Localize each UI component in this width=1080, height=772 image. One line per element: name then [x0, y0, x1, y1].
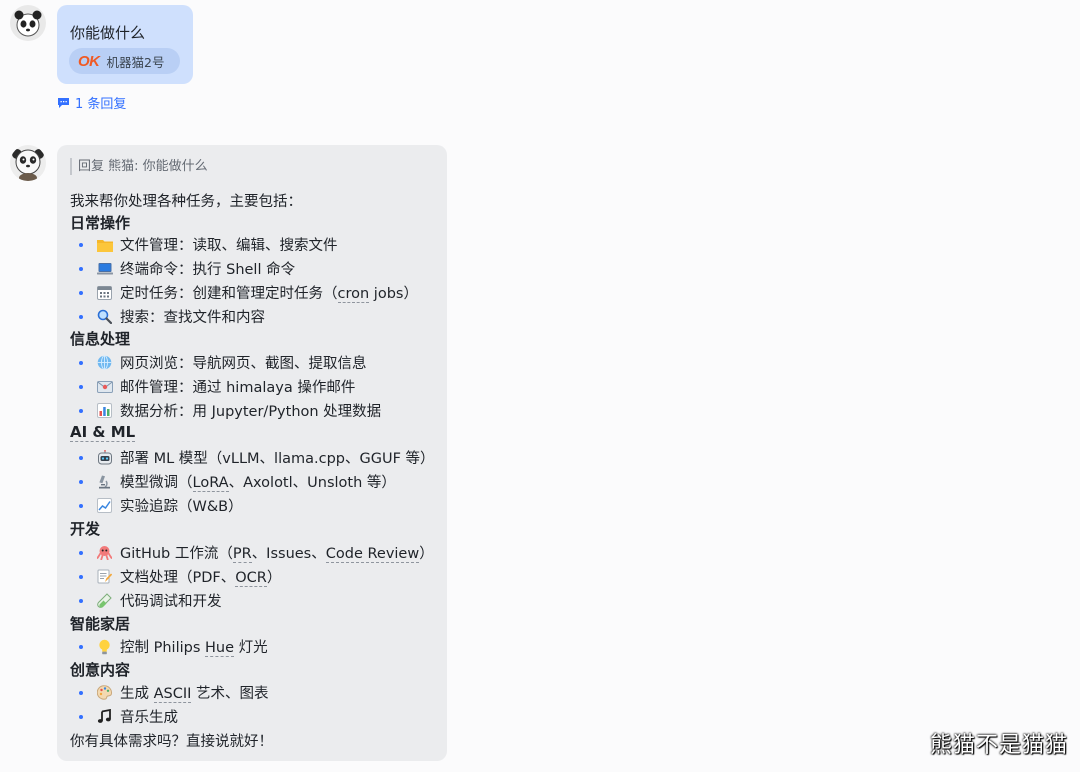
memo-icon — [96, 568, 113, 585]
list-item: 部署 ML 模型（vLLM、llama.cpp、GGUF 等） — [79, 447, 435, 468]
bot-avatar[interactable] — [10, 145, 46, 181]
laptop-icon — [96, 260, 113, 277]
section-title-creative: 创意内容 — [70, 661, 131, 679]
list-item: 实验追踪（W&B） — [79, 495, 243, 516]
music-note-icon — [96, 708, 113, 725]
intro-text: 我来帮你处理各种任务，主要包括： — [70, 194, 302, 210]
magnifier-icon — [96, 308, 113, 325]
list-item: 搜索：查找文件和内容 — [79, 306, 265, 327]
reply-thread-link[interactable]: 1 条回复 — [57, 93, 126, 112]
reply-quote: 回复 熊猫: 你能做什么 — [70, 158, 208, 175]
reaction-chip[interactable]: OK 机器猫2号 — [69, 48, 180, 74]
reply-count: 1 条回复 — [75, 97, 127, 112]
outro-text: 你有具体需求吗？直接说就好！ — [70, 734, 273, 750]
list-item: 数据分析：用 Jupyter/Python 处理数据 — [79, 400, 381, 421]
list-item: 邮件管理：通过 himalaya 操作邮件 — [79, 376, 355, 397]
bar-chart-icon — [96, 402, 113, 419]
user-avatar[interactable] — [10, 5, 46, 41]
section-title-info: 信息处理 — [70, 330, 131, 348]
calendar-icon — [96, 284, 113, 301]
list-item: 文件管理：读取、编辑、搜索文件 — [79, 234, 338, 255]
list-item: 代码调试和开发 — [79, 590, 222, 611]
robot-icon — [96, 449, 113, 466]
folder-icon — [96, 236, 113, 253]
list-item: 文档处理（PDF、OCR） — [79, 566, 281, 587]
line-chart-icon — [96, 497, 113, 514]
list-item: 生成 ASCII 艺术、图表 — [79, 682, 269, 703]
comment-icon — [58, 97, 69, 108]
list-item: 定时任务：创建和管理定时任务（cron jobs） — [79, 282, 418, 303]
octopus-icon — [96, 544, 113, 561]
user-message-bubble[interactable]: 你能做什么 OK 机器猫2号 — [57, 5, 193, 84]
ok-reaction-icon: OK — [78, 52, 100, 70]
list-item: GitHub 工作流（PR、Issues、Code Review） — [79, 542, 434, 563]
section-title-smarthome: 智能家居 — [70, 615, 131, 633]
user-message-text: 你能做什么 — [70, 24, 146, 42]
list-item: 音乐生成 — [79, 706, 178, 727]
microscope-icon — [96, 473, 113, 490]
email-icon — [96, 378, 113, 395]
bot-message-bubble[interactable]: 回复 熊猫: 你能做什么 我来帮你处理各种任务，主要包括： 日常操作 文件管理：… — [57, 145, 447, 761]
globe-icon — [96, 354, 113, 371]
light-bulb-icon — [96, 638, 113, 655]
reaction-user: 机器猫2号 — [106, 54, 165, 70]
list-item: 终端命令：执行 Shell 命令 — [79, 258, 295, 279]
test-tube-icon — [96, 592, 113, 609]
section-title-dev: 开发 — [70, 520, 101, 538]
palette-icon — [96, 684, 113, 701]
section-title-ai: AI & ML — [70, 423, 136, 442]
watermark: 熊猫不是猫猫 — [929, 733, 1068, 758]
list-item: 控制 Philips Hue 灯光 — [79, 636, 268, 657]
section-title-daily: 日常操作 — [70, 214, 131, 232]
list-item: 网页浏览：导航网页、截图、提取信息 — [79, 352, 367, 373]
list-item: 模型微调（LoRA、Axolotl、Unsloth 等） — [79, 471, 396, 492]
